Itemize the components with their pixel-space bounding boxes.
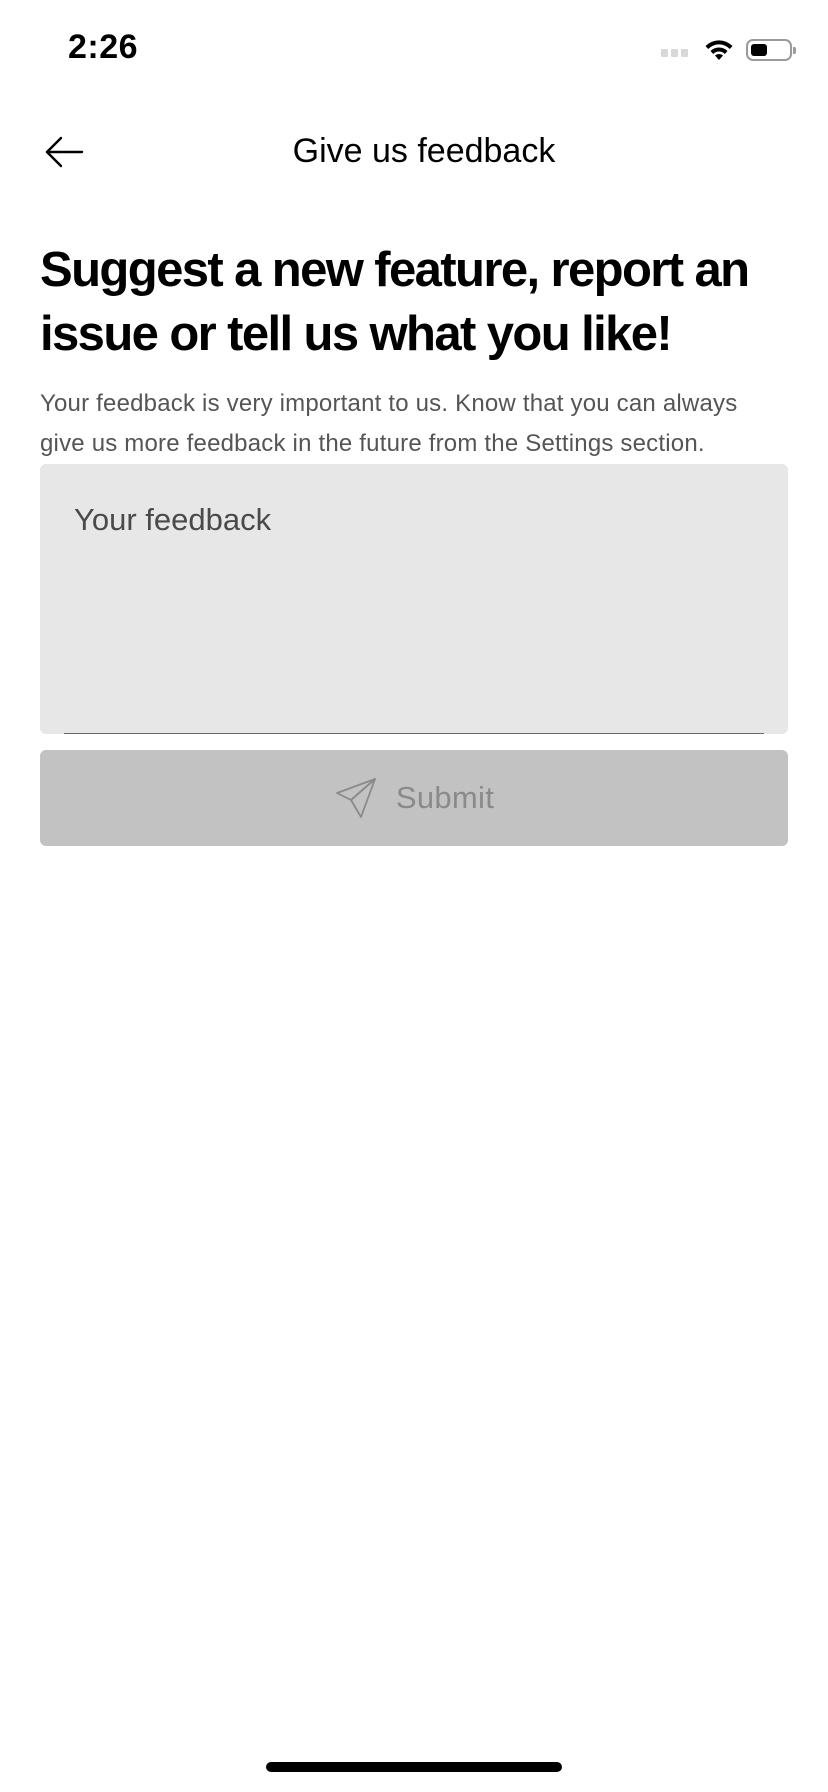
status-bar: 2:26 (0, 0, 828, 100)
status-time: 2:26 (68, 28, 139, 66)
feedback-intro: Suggest a new feature, report an issue o… (40, 238, 788, 464)
cellular-signal-icon (661, 43, 688, 57)
send-icon (335, 778, 376, 818)
feedback-field-container (40, 464, 788, 734)
page-title: Give us feedback (292, 132, 556, 170)
battery-icon (746, 39, 796, 61)
submit-button[interactable]: Submit (40, 750, 788, 846)
home-indicator (266, 1762, 562, 1772)
feedback-field-underline (64, 733, 764, 734)
status-icons (661, 36, 796, 64)
navigation-bar: Give us feedback (0, 112, 828, 192)
battery-level (751, 44, 767, 56)
feedback-input[interactable] (72, 500, 756, 710)
headline: Suggest a new feature, report an issue o… (40, 243, 750, 361)
submit-label: Submit (395, 780, 495, 815)
wifi-icon (704, 39, 734, 61)
description-text: Your feedback is very important to us. K… (40, 390, 738, 457)
